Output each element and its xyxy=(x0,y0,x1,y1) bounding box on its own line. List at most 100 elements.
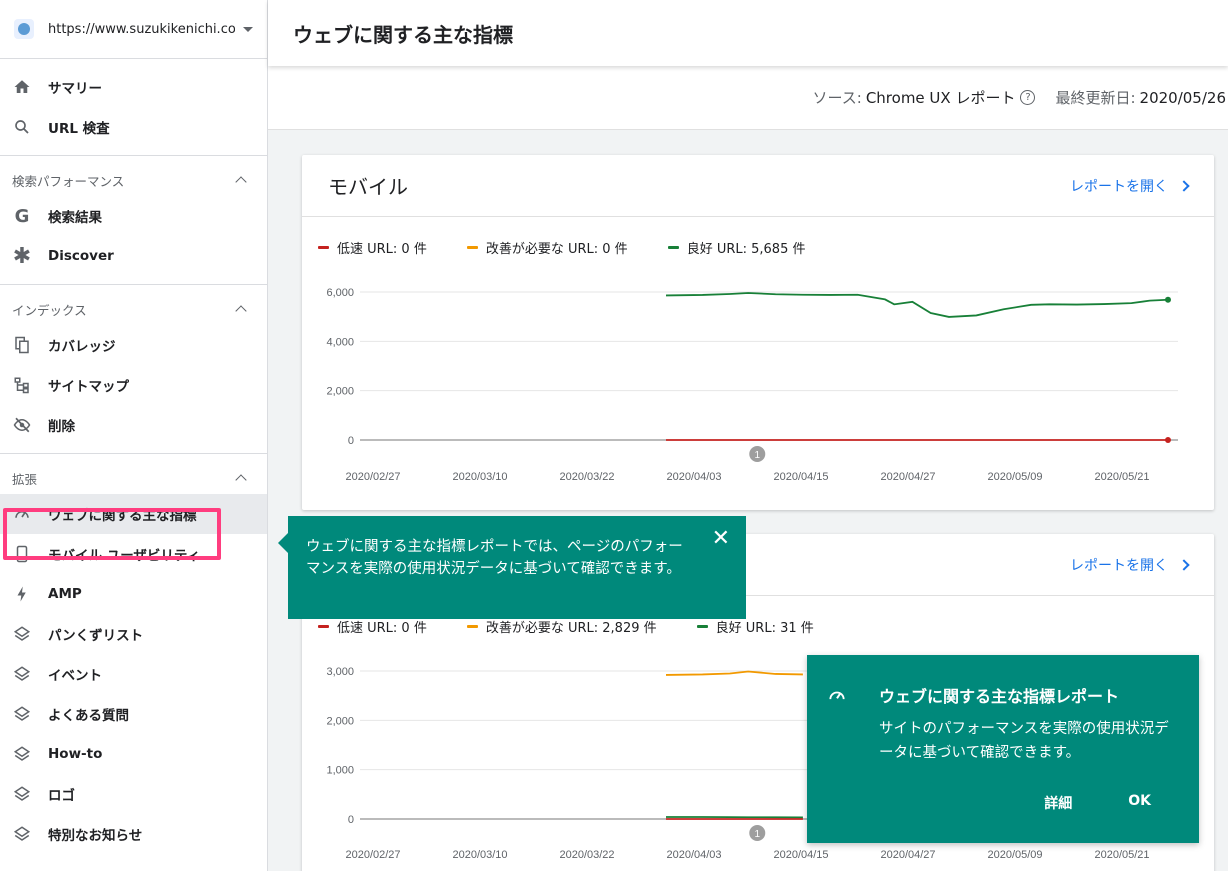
sidebar-item-core-web-vitals[interactable]: ウェブに関する主な指標 xyxy=(0,494,267,534)
x-tick-label: 2020/03/22 xyxy=(559,471,614,483)
sidebar-item-label: URL 検査 xyxy=(48,121,110,137)
sitemap-icon xyxy=(12,375,32,395)
open-report-link[interactable]: レポートを開く xyxy=(1070,555,1190,575)
layers-icon xyxy=(12,704,32,724)
legend-item-poor[interactable]: 低速 URL: 0 件 xyxy=(318,238,427,257)
y-tick-label: 0 xyxy=(348,814,354,826)
legend-swatch xyxy=(466,245,478,249)
sidebar-item-breadcrumbs[interactable]: パンくずリスト xyxy=(0,614,267,654)
sidebar-item-label: AMP xyxy=(48,586,82,602)
speedometer-icon xyxy=(829,691,845,700)
updated-label: 最終更新日: xyxy=(1055,89,1136,107)
coachmark-tooltip: ウェブに関する主な指標レポートでは、ページのパフォーマンスを実際の使用状況データ… xyxy=(278,516,746,619)
nav-group-enhancements: 拡張 ウェブに関する主な指標 モバイル ユーザビリティ AMP パンくずリスト … xyxy=(0,454,267,862)
legend-swatch xyxy=(466,624,478,628)
sidebar-item-removals[interactable]: 削除 xyxy=(0,405,267,445)
sidebar-item-logo[interactable]: ロゴ xyxy=(0,774,267,814)
sidebar-item-summary[interactable]: サマリー xyxy=(0,67,267,107)
y-tick-label: 6,000 xyxy=(326,287,354,299)
group-header[interactable]: 検索パフォーマンス xyxy=(0,164,267,196)
card-header: モバイル レポートを開く xyxy=(302,155,1214,217)
layers-icon xyxy=(12,784,32,804)
chevron-up-icon[interactable] xyxy=(235,305,247,317)
sidebar-item-howto[interactable]: How-to xyxy=(0,734,267,774)
group-header[interactable]: インデックス xyxy=(0,293,267,325)
bolt-icon xyxy=(12,584,32,604)
info-popup: ウェブに関する主な指標レポート サイトのパフォーマンスを実際の使用状況データに基… xyxy=(807,655,1199,843)
sidebar-item-label: 削除 xyxy=(48,419,75,435)
sidebar-item-events[interactable]: イベント xyxy=(0,654,267,694)
eye-off-icon xyxy=(12,415,32,435)
sidebar-item-label: 特別なお知らせ xyxy=(48,828,143,844)
sidebar-item-faq[interactable]: よくある質問 xyxy=(0,694,267,734)
sidebar-item-label: サマリー xyxy=(48,81,102,97)
sidebar-item-label: How-to xyxy=(48,746,103,762)
page-title: ウェブに関する主な指標 xyxy=(293,22,513,47)
sidebar-item-discover[interactable]: ✱ Discover xyxy=(0,236,267,276)
mobile-chart: 6,000 4,000 2,000 0 2020/02/27 2020/03/10 2020… xyxy=(326,287,1178,483)
group-title: 検索パフォーマンス xyxy=(12,173,125,189)
y-tick-label: 4,000 xyxy=(326,336,354,348)
close-icon[interactable]: ✕ xyxy=(712,528,730,550)
x-tick-label: 2020/02/27 xyxy=(345,849,400,861)
y-tick-label: 2,000 xyxy=(326,715,354,727)
sidebar-item-label: ウェブに関する主な指標 xyxy=(48,508,197,524)
chart-legend: 低速 URL: 0 件 改善が必要な URL: 0 件 良好 URL: 5,68… xyxy=(302,217,1214,277)
sidebar-item-sitemaps[interactable]: サイトマップ xyxy=(0,365,267,405)
open-report-link[interactable]: レポートを開く xyxy=(1070,176,1190,196)
asterisk-icon: ✱ xyxy=(12,243,32,269)
annotation-label: 1 xyxy=(754,450,760,461)
sidebar-item-label: よくある質問 xyxy=(48,708,129,724)
search-icon xyxy=(12,117,32,137)
nav-group-search-performance: 検索パフォーマンス G 検索結果 ✱ Discover xyxy=(0,156,267,285)
legend-item-good[interactable]: 良好 URL: 5,685 件 xyxy=(667,238,805,257)
page-header: ウェブに関する主な指標 xyxy=(268,0,1228,66)
sidebar-item-special-announcements[interactable]: 特別なお知らせ xyxy=(0,814,267,854)
nav-group-index: インデックス カバレッジ サイトマップ 削除 xyxy=(0,285,267,454)
property-selector[interactable]: https://www.suzukikenichi.co... xyxy=(0,0,267,59)
legend-label: 改善が必要な URL: 2,829 件 xyxy=(485,620,657,636)
legend-item-needs-improvement[interactable]: 改善が必要な URL: 0 件 xyxy=(466,238,628,257)
layers-icon xyxy=(12,624,32,644)
sidebar-item-label: 検索結果 xyxy=(48,210,102,226)
chevron-up-icon[interactable] xyxy=(235,474,247,486)
caret-down-icon[interactable] xyxy=(243,26,253,32)
sidebar-item-label: モバイル ユーザビリティ xyxy=(48,548,201,564)
x-tick-label: 2020/05/21 xyxy=(1094,849,1149,861)
legend-item-good[interactable]: 良好 URL: 31 件 xyxy=(696,617,814,636)
chevron-right-icon xyxy=(1178,558,1190,571)
group-title: インデックス xyxy=(12,302,87,318)
legend-swatch xyxy=(696,624,708,628)
copy-icon xyxy=(12,335,32,355)
sidebar-item-amp[interactable]: AMP xyxy=(0,574,267,614)
sidebar-item-mobile-usability[interactable]: モバイル ユーザビリティ xyxy=(0,534,267,574)
legend-label: 良好 URL: 31 件 xyxy=(715,620,814,636)
ok-button[interactable]: OK xyxy=(1128,793,1151,813)
tooltip-text: ウェブに関する主な指標レポートでは、ページのパフォーマンスを実際の使用状況データ… xyxy=(306,539,683,577)
chevron-up-icon[interactable] xyxy=(235,176,247,188)
x-tick-label: 2020/03/10 xyxy=(452,849,507,861)
sidebar-item-url-inspection[interactable]: URL 検査 xyxy=(0,107,267,147)
legend-label: 低速 URL: 0 件 xyxy=(337,241,427,257)
series-end-point xyxy=(1165,437,1171,443)
series-line xyxy=(665,670,803,676)
x-tick-label: 2020/04/27 xyxy=(880,471,935,483)
x-tick-label: 2020/03/22 xyxy=(559,849,614,861)
phone-icon xyxy=(12,544,32,564)
x-tick-label: 2020/05/09 xyxy=(987,849,1042,861)
source-label: ソース: xyxy=(812,89,862,107)
group-header[interactable]: 拡張 xyxy=(0,462,267,494)
legend-item-needs-improvement[interactable]: 改善が必要な URL: 2,829 件 xyxy=(466,617,657,636)
chevron-right-icon xyxy=(1178,179,1190,192)
property-url: https://www.suzukikenichi.co... xyxy=(48,21,235,37)
x-tick-label: 2020/04/15 xyxy=(773,471,828,483)
mobile-card: モバイル レポートを開く 低速 URL: 0 件 改善が必要な URL: 0 件… xyxy=(302,155,1214,510)
y-tick-label: 0 xyxy=(348,435,354,447)
details-button[interactable]: 詳細 xyxy=(1044,793,1072,813)
help-icon[interactable]: ? xyxy=(1020,90,1036,105)
x-tick-label: 2020/04/03 xyxy=(666,849,721,861)
legend-item-poor[interactable]: 低速 URL: 0 件 xyxy=(318,617,427,636)
sidebar-item-search-results[interactable]: G 検索結果 xyxy=(0,196,267,236)
open-report-label: レポートを開く xyxy=(1070,557,1168,574)
sidebar-item-coverage[interactable]: カバレッジ xyxy=(0,325,267,365)
